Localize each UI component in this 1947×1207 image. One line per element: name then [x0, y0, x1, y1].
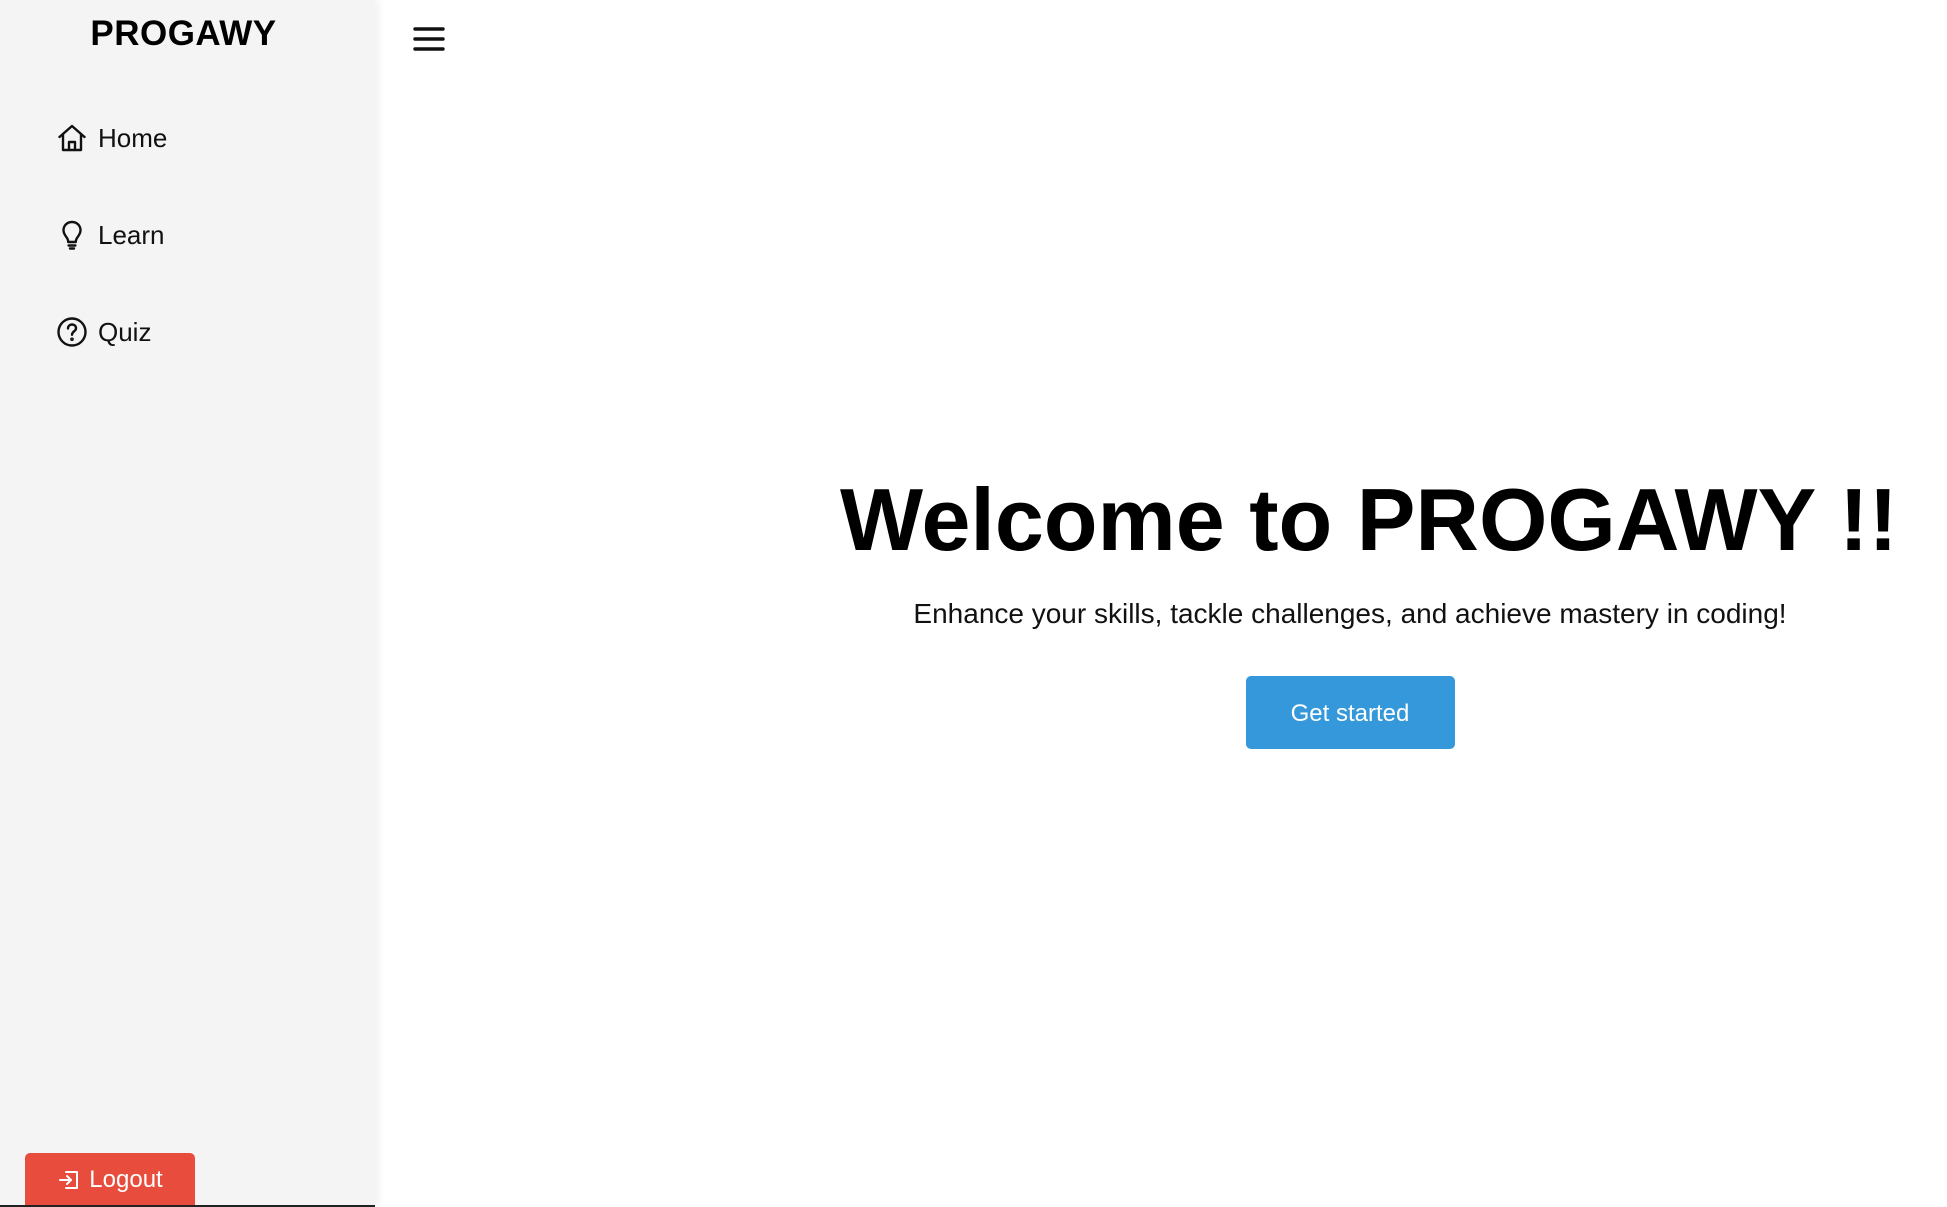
lightbulb-icon — [56, 219, 88, 251]
sidebar-item-label: Home — [98, 122, 168, 153]
sidebar: PROGAWY Home Learn Quiz Logout — [0, 0, 375, 1207]
sidebar-item-label: Learn — [98, 219, 165, 250]
sidebar-item-label: Quiz — [98, 316, 152, 347]
page-title: Welcome to PROGAWY !! — [840, 470, 1898, 569]
app-root: PROGAWY Home Learn Quiz Logout Welcome t… — [0, 0, 1947, 1207]
logout-icon — [57, 1168, 81, 1192]
get-started-button[interactable]: Get started — [1245, 676, 1455, 749]
sidebar-item-quiz[interactable]: Quiz — [56, 310, 151, 354]
logout-label: Logout — [89, 1166, 163, 1193]
brand-logo: PROGAWY — [90, 14, 277, 53]
sidebar-item-learn[interactable]: Learn — [56, 213, 165, 257]
hamburger-menu-icon — [412, 25, 446, 58]
page-subtitle: Enhance your skills, tackle challenges, … — [913, 598, 1787, 629]
logout-button[interactable]: Logout — [25, 1153, 195, 1207]
sidebar-item-home[interactable]: Home — [56, 116, 167, 160]
menu-toggle-button[interactable] — [408, 22, 450, 60]
home-icon — [56, 122, 88, 154]
hero-section: Welcome to PROGAWY !! Enhance your skill… — [840, 465, 1898, 749]
question-circle-icon — [56, 316, 88, 348]
